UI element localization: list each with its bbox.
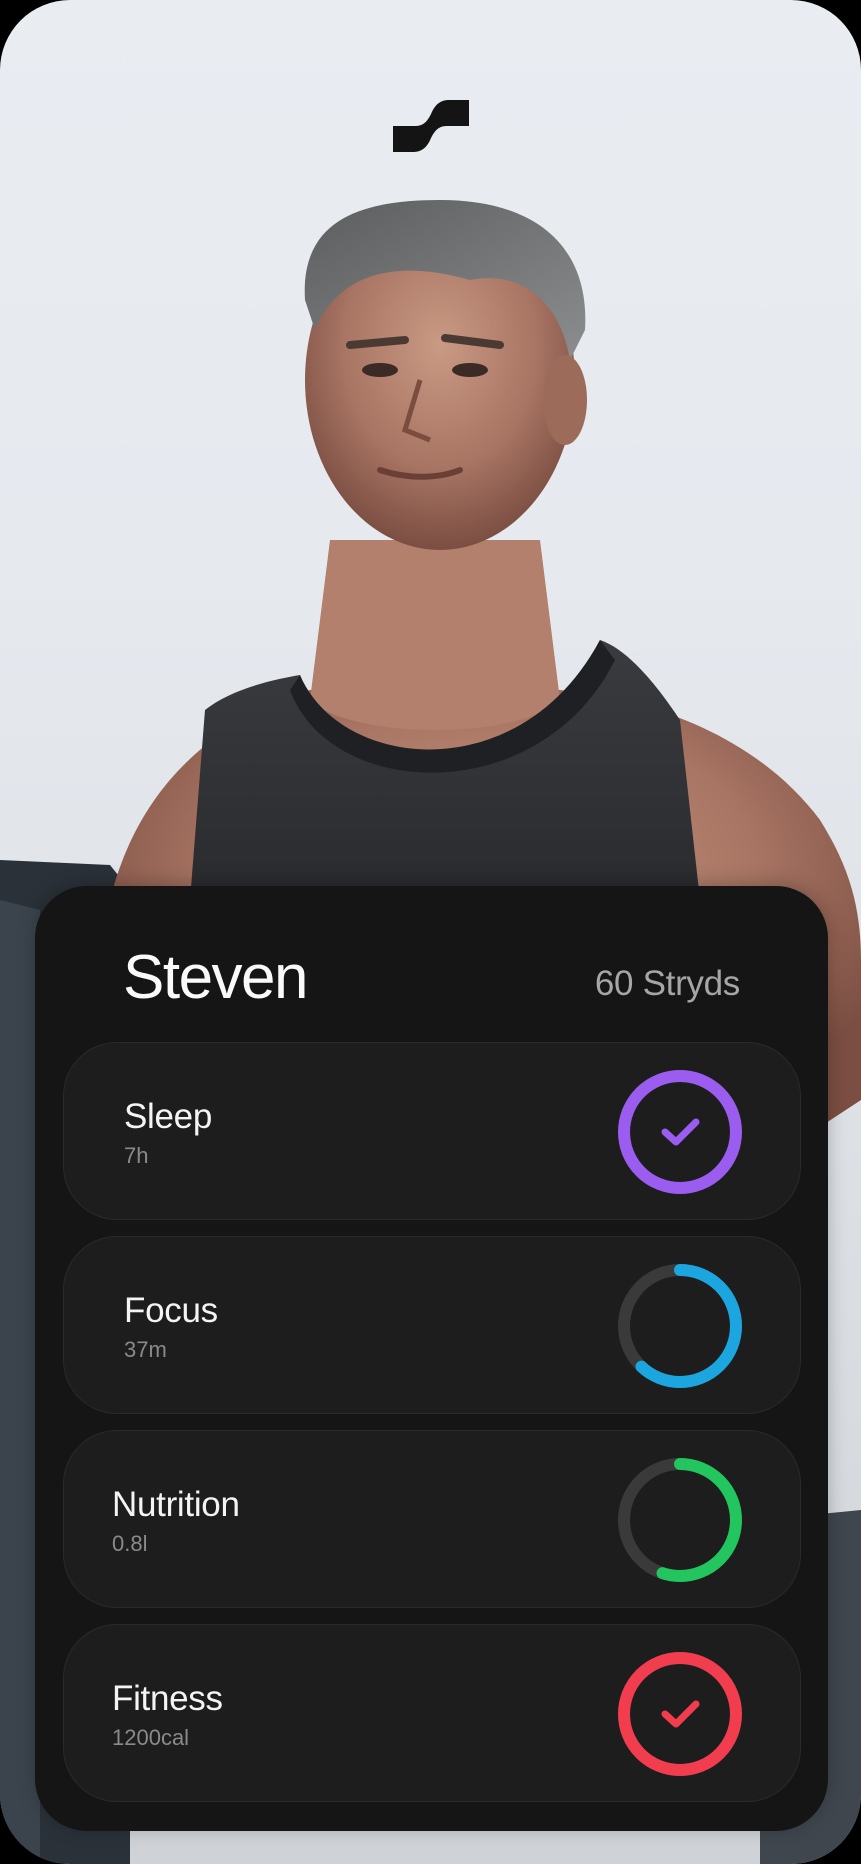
focus-progress-ring xyxy=(618,1264,742,1388)
metric-title: Sleep xyxy=(124,1097,213,1136)
metric-value: 7h xyxy=(124,1143,149,1168)
metric-title: Fitness xyxy=(112,1679,223,1718)
points-balance: 60 Stryds xyxy=(594,964,740,1003)
fitness-progress-ring xyxy=(618,1652,742,1776)
metric-value: 0.8l xyxy=(112,1531,148,1556)
ring-progress-arc xyxy=(618,1652,742,1776)
metric-row-sleep[interactable]: Sleep 7h xyxy=(63,1042,801,1220)
metric-value: 1200cal xyxy=(112,1725,190,1750)
metric-title: Focus xyxy=(124,1291,218,1330)
metric-row-fitness[interactable]: Fitness 1200cal xyxy=(63,1624,801,1802)
daily-progress-card: Steven 60 Stryds Sleep 7h Focus 37m Nutr… xyxy=(35,886,828,1831)
sleep-progress-ring xyxy=(618,1070,742,1194)
checkmark-icon xyxy=(661,1700,700,1728)
app-screen: Steven 60 Stryds Sleep 7h Focus 37m Nutr… xyxy=(0,0,861,1864)
metric-row-focus[interactable]: Focus 37m xyxy=(63,1236,801,1414)
brand-logo-icon xyxy=(393,100,469,152)
metric-row-nutrition[interactable]: Nutrition 0.8l xyxy=(63,1430,801,1608)
card-header: Steven 60 Stryds xyxy=(35,886,828,1042)
metric-value: 37m xyxy=(124,1337,167,1362)
ring-progress-arc xyxy=(618,1070,742,1194)
nutrition-progress-ring xyxy=(618,1458,742,1582)
user-name: Steven xyxy=(123,943,309,1012)
checkmark-icon xyxy=(661,1118,700,1146)
metric-title: Nutrition xyxy=(112,1485,240,1524)
